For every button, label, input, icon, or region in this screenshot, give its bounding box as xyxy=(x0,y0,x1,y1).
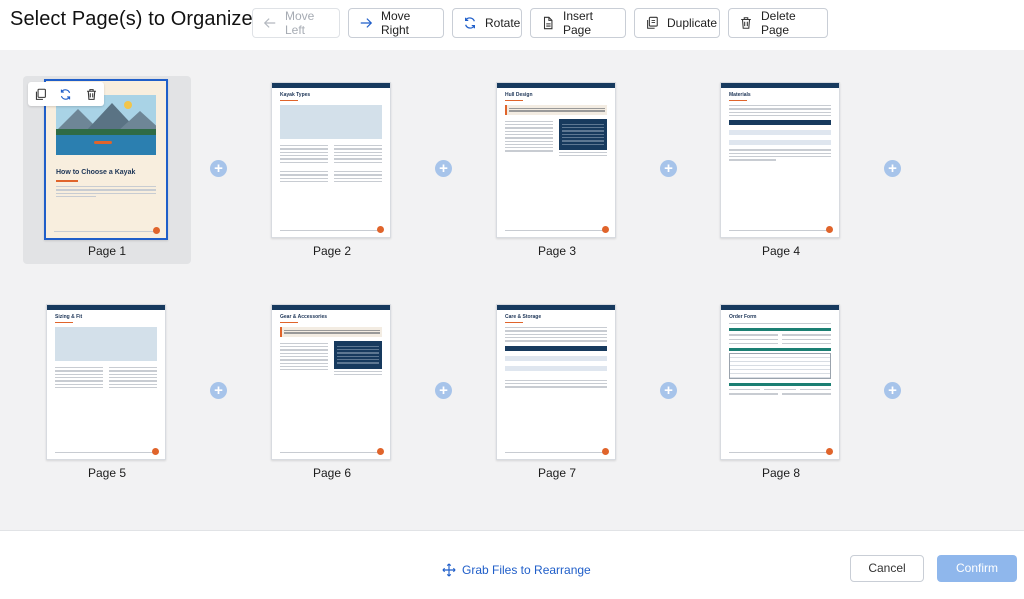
insert-page-after-4[interactable]: + xyxy=(884,160,901,177)
insert-page-after-6[interactable]: + xyxy=(435,382,452,399)
move-left-button[interactable]: Move Left xyxy=(252,8,340,38)
page-grid: How to Choose a Kayak Page 1 + Kayak Typ… xyxy=(0,50,1024,531)
page-label: Page 2 xyxy=(312,244,352,258)
page-label: Page 8 xyxy=(761,466,801,480)
insert-page-after-5[interactable]: + xyxy=(210,382,227,399)
page-thumbnail[interactable]: Order Form xyxy=(720,304,840,460)
page-card-4[interactable]: Materials Page 4 xyxy=(697,76,865,264)
page-label: Page 6 xyxy=(312,466,352,480)
rotate-page-icon[interactable] xyxy=(59,88,72,101)
page-thumbnail[interactable]: Kayak Types xyxy=(271,82,391,238)
insert-page-after-1[interactable]: + xyxy=(210,160,227,177)
trash-icon xyxy=(741,17,751,29)
doc-title: Care & Storage xyxy=(505,314,542,320)
cover-title: How to Choose a Kayak xyxy=(56,169,136,176)
header: Select Page(s) to Organize Move Left Mov… xyxy=(0,0,1024,50)
delete-page-icon[interactable] xyxy=(85,88,98,101)
insert-page-after-3[interactable]: + xyxy=(660,160,677,177)
page-card-5[interactable]: Sizing & Fit Page 5 xyxy=(23,298,191,486)
page-label: Page 3 xyxy=(537,244,577,258)
duplicate-button[interactable]: Duplicate xyxy=(634,8,720,38)
page-thumbnail[interactable]: Sizing & Fit xyxy=(46,304,166,460)
duplicate-page-icon[interactable] xyxy=(34,88,47,101)
page-label: Page 1 xyxy=(87,244,127,258)
insert-page-after-7[interactable]: + xyxy=(660,382,677,399)
copy-icon xyxy=(647,16,658,29)
page-thumbnail[interactable]: Materials xyxy=(720,82,840,238)
footer: Grab Files to Rearrange Cancel Confirm xyxy=(0,531,1024,599)
move-left-label: Move Left xyxy=(285,9,315,37)
file-icon xyxy=(543,16,553,30)
page-hover-tools xyxy=(28,82,104,106)
page-card-8[interactable]: Order Form Page 8 xyxy=(697,298,865,486)
insert-page-button[interactable]: Insert Page xyxy=(530,8,626,38)
move-right-label: Move Right xyxy=(381,9,411,37)
delete-page-label: Delete Page xyxy=(761,9,796,37)
duplicate-label: Duplicate xyxy=(667,16,718,30)
rotate-icon xyxy=(465,17,475,29)
rotate-button[interactable]: Rotate xyxy=(452,8,522,38)
page-card-1[interactable]: How to Choose a Kayak Page 1 xyxy=(23,76,191,264)
grab-files-label: Grab Files to Rearrange xyxy=(462,563,591,577)
page-card-6[interactable]: Gear & Accessories Page 6 xyxy=(248,298,416,486)
doc-title: Materials xyxy=(729,92,751,98)
insert-page-after-8[interactable]: + xyxy=(884,382,901,399)
doc-title: Order Form xyxy=(729,314,757,320)
page-card-2[interactable]: Kayak Types Page 2 xyxy=(248,76,416,264)
arrow-right-icon xyxy=(360,18,373,28)
delete-page-button[interactable]: Delete Page xyxy=(728,8,828,38)
grab-files-button[interactable]: Grab Files to Rearrange xyxy=(442,563,591,577)
confirm-button[interactable]: Confirm xyxy=(937,555,1017,582)
page-label: Page 5 xyxy=(87,466,127,480)
insert-page-label: Insert Page xyxy=(563,9,594,37)
cancel-button[interactable]: Cancel xyxy=(850,555,924,582)
doc-title: Gear & Accessories xyxy=(280,314,328,320)
doc-title: Kayak Types xyxy=(280,92,311,98)
page-label: Page 7 xyxy=(537,466,577,480)
move-icon xyxy=(442,563,456,577)
page-thumbnail[interactable]: Care & Storage xyxy=(496,304,616,460)
page-label: Page 4 xyxy=(761,244,801,258)
rotate-label: Rotate xyxy=(485,16,521,30)
page-thumbnail[interactable]: Hull Design xyxy=(496,82,616,238)
insert-page-after-2[interactable]: + xyxy=(435,160,452,177)
arrow-left-icon xyxy=(263,18,276,28)
page-thumbnail[interactable]: Gear & Accessories xyxy=(271,304,391,460)
move-right-button[interactable]: Move Right xyxy=(348,8,444,38)
doc-title: Sizing & Fit xyxy=(55,314,83,320)
doc-title: Hull Design xyxy=(505,92,533,98)
page-card-7[interactable]: Care & Storage Page 7 xyxy=(473,298,641,486)
page-card-3[interactable]: Hull Design Page 3 xyxy=(473,76,641,264)
page-title: Select Page(s) to Organize xyxy=(10,8,253,30)
